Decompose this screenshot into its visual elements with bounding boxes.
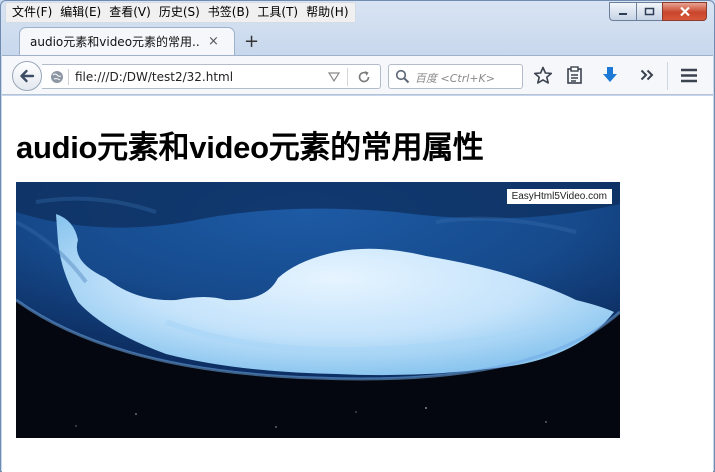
close-icon bbox=[679, 6, 690, 17]
search-placeholder: 百度 <Ctrl+K> bbox=[415, 72, 495, 85]
minimize-button[interactable] bbox=[609, 2, 636, 21]
search-box[interactable]: 百度 <Ctrl+K> bbox=[388, 64, 523, 89]
back-arrow-icon bbox=[20, 69, 35, 83]
menu-help[interactable]: 帮助(H) bbox=[302, 3, 352, 22]
window-controls bbox=[609, 2, 707, 21]
toolbar-separator bbox=[667, 62, 668, 90]
overflow-chevron-icon[interactable] bbox=[640, 69, 654, 81]
menu-edit[interactable]: 编辑(E) bbox=[56, 3, 105, 22]
menu-tools[interactable]: 工具(T) bbox=[253, 3, 302, 22]
menu-history[interactable]: 历史(S) bbox=[155, 3, 204, 22]
navigation-toolbar: file:///D:/DW/test2/32.html 百度 <Ctrl+K> bbox=[2, 55, 713, 95]
maximize-button[interactable] bbox=[636, 2, 662, 21]
menu-file[interactable]: 文件(F) bbox=[8, 3, 56, 22]
search-icon bbox=[395, 69, 410, 84]
url-separator-2 bbox=[347, 68, 348, 86]
browser-window: 文件(F) 编辑(E) 查看(V) 历史(S) 书签(B) 工具(T) 帮助(H… bbox=[0, 0, 715, 472]
menu-view[interactable]: 查看(V) bbox=[105, 3, 155, 22]
bookmark-star-icon[interactable] bbox=[533, 66, 553, 85]
page-heading: audio元素和video元素的常用属性 bbox=[16, 130, 484, 165]
tab-close-icon[interactable]: × bbox=[208, 34, 219, 49]
menu-bar: 文件(F) 编辑(E) 查看(V) 历史(S) 书签(B) 工具(T) 帮助(H… bbox=[5, 2, 356, 23]
reading-list-icon[interactable] bbox=[566, 66, 583, 85]
video-frame-earth bbox=[16, 182, 620, 438]
minimize-icon bbox=[619, 12, 627, 15]
back-button[interactable] bbox=[12, 61, 42, 91]
close-window-button[interactable] bbox=[662, 2, 707, 21]
menu-bookmarks[interactable]: 书签(B) bbox=[204, 3, 254, 22]
page-content: audio元素和video元素的常用属性 EasyHtml5Video.com bbox=[2, 96, 713, 472]
globe-icon bbox=[51, 71, 63, 83]
tab-active[interactable]: audio元素和video元素的常用... × bbox=[19, 27, 235, 55]
video-watermark: EasyHtml5Video.com bbox=[506, 189, 612, 204]
url-separator bbox=[68, 69, 69, 85]
dropdown-arrow-icon[interactable] bbox=[328, 71, 340, 83]
hamburger-menu-icon[interactable] bbox=[680, 68, 698, 83]
tab-title: audio元素和video元素的常用... bbox=[30, 35, 200, 49]
address-bar[interactable]: file:///D:/DW/test2/32.html bbox=[42, 64, 381, 89]
url-text[interactable]: file:///D:/DW/test2/32.html bbox=[75, 70, 233, 84]
video-player[interactable]: EasyHtml5Video.com bbox=[16, 182, 620, 438]
reload-icon[interactable] bbox=[356, 69, 372, 85]
maximize-icon bbox=[644, 7, 655, 16]
new-tab-button[interactable]: + bbox=[244, 31, 259, 52]
download-icon[interactable] bbox=[602, 66, 618, 85]
